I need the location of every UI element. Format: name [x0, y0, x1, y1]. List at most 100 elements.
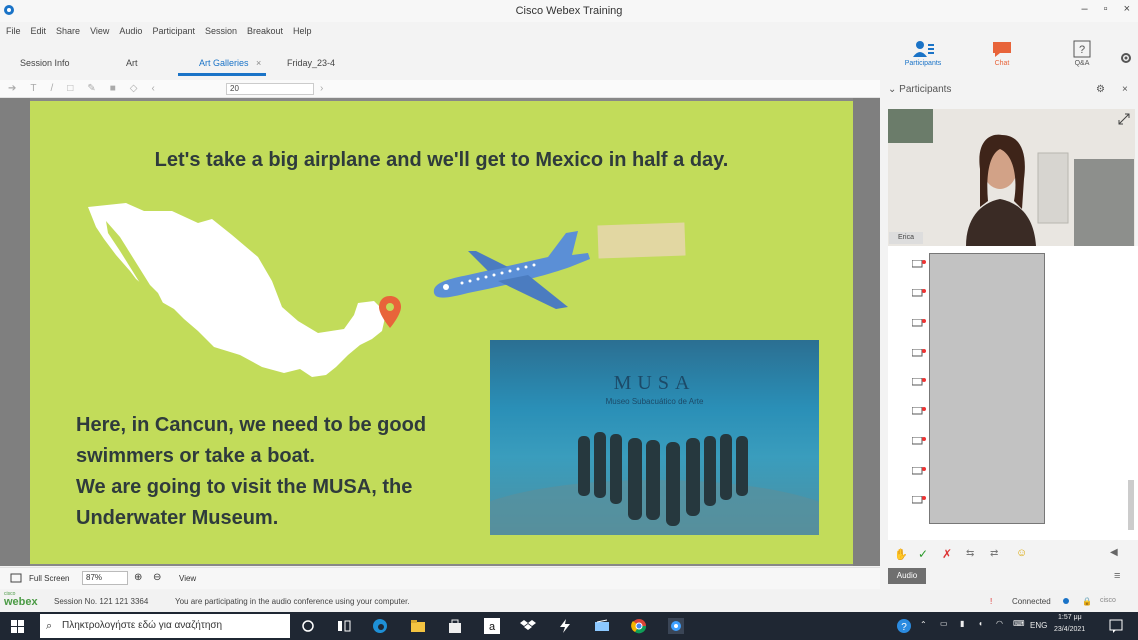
previous-page-icon[interactable]: ‹: [151, 83, 154, 94]
menu-share[interactable]: Share: [56, 26, 80, 36]
line-tool-icon[interactable]: /: [51, 83, 54, 94]
chat-panel-button[interactable]: Chat: [977, 40, 1027, 67]
chat-bubble-icon: [912, 496, 926, 504]
window-title: Cisco Webex Training: [515, 5, 623, 17]
zoom-out-icon[interactable]: ⊖: [153, 572, 161, 583]
multitask-icon[interactable]: [336, 618, 352, 634]
connected-dot-icon: [1063, 598, 1069, 604]
pointer-icon[interactable]: ➔: [8, 83, 16, 94]
volume-icon[interactable]: ◖: [978, 619, 983, 628]
notifications-icon[interactable]: [1108, 618, 1124, 634]
close-button[interactable]: ×: [1124, 3, 1130, 15]
alert-icon: !: [990, 597, 993, 606]
menu-breakout[interactable]: Breakout: [247, 26, 283, 36]
participants-panel-header: ⌄ Participants ⚙ ×: [888, 84, 1138, 100]
full-screen-label[interactable]: Full Screen: [29, 574, 69, 583]
raise-hand-icon[interactable]: ✋: [894, 548, 908, 561]
cross-icon[interactable]: ✗: [942, 547, 952, 561]
taskbar-search-input[interactable]: ⌕ Πληκτρολογήστε εδώ για αναζήτηση: [40, 614, 290, 638]
expand-video-icon[interactable]: [1117, 112, 1131, 126]
text-tool-icon[interactable]: T: [30, 83, 36, 94]
webcam-image: [888, 109, 1135, 246]
menu-icon[interactable]: ≡: [1114, 570, 1120, 582]
collapse-chevron-icon[interactable]: ⌄: [888, 84, 896, 95]
wifi-icon[interactable]: ◠: [996, 619, 1003, 628]
emoji-icon[interactable]: ☺: [1016, 547, 1027, 559]
menu-bar: File Edit Share View Audio Participant S…: [0, 22, 880, 40]
full-screen-icon[interactable]: [10, 573, 22, 583]
lock-icon: 🔒: [1082, 597, 1092, 606]
chat-bubble-icon: [912, 467, 926, 475]
network-icon[interactable]: ▭: [940, 619, 948, 628]
file-explorer-icon[interactable]: [410, 618, 426, 634]
taskbar-date[interactable]: 23/4/2021: [1054, 626, 1085, 633]
participant-video: [888, 109, 1135, 246]
chat-bubble-icon: [912, 407, 926, 415]
tape-decoration: [597, 222, 686, 259]
menu-session[interactable]: Session: [205, 26, 237, 36]
panel-close-icon[interactable]: ×: [1122, 84, 1128, 95]
view-menu[interactable]: View: [179, 574, 196, 583]
shape-tool-icon[interactable]: □: [67, 83, 73, 94]
maximize-button[interactable]: ▫: [1104, 3, 1108, 15]
zoom-in-icon[interactable]: ⊕: [134, 572, 142, 583]
store-icon[interactable]: [447, 618, 463, 634]
slide-heading: Let's take a big airplane and we'll get …: [154, 149, 729, 171]
color-fill-icon[interactable]: ■: [110, 83, 116, 94]
menu-edit[interactable]: Edit: [31, 26, 47, 36]
pen-tool-icon[interactable]: ✎: [87, 83, 95, 94]
next-page-icon[interactable]: ›: [320, 83, 323, 94]
menu-participant[interactable]: Participant: [152, 26, 195, 36]
eraser-icon[interactable]: ◇: [130, 83, 138, 94]
tab-art-galleries[interactable]: Art Galleries: [199, 58, 249, 68]
document-tabs: Session Info Art Art Galleries × Friday_…: [0, 52, 880, 76]
annotation-toolbar: ➔ T / □ ✎ ■ ◇ ‹ 20 ›: [0, 80, 880, 98]
taskbar-time[interactable]: 1:57 μμ: [1058, 614, 1082, 621]
question-icon: ?: [1073, 40, 1091, 58]
go-slower-icon[interactable]: ⇄: [990, 548, 998, 559]
qa-panel-button[interactable]: ? Q&A: [1057, 40, 1107, 67]
chrome-icon[interactable]: [631, 618, 647, 634]
megaphone-icon[interactable]: ◀: [1110, 547, 1118, 558]
underwater-sculptures-image: [490, 432, 819, 535]
menu-help[interactable]: Help: [293, 26, 312, 36]
task-view-icon[interactable]: [300, 618, 316, 634]
participants-panel-button[interactable]: Participants: [898, 40, 948, 67]
checkmark-icon[interactable]: ✓: [918, 547, 928, 561]
tab-friday[interactable]: Friday_23-4: [287, 58, 335, 68]
amazon-icon[interactable]: a: [484, 618, 500, 634]
tab-session-info[interactable]: Session Info: [20, 58, 70, 68]
dropbox-icon[interactable]: [520, 618, 536, 634]
gear-icon[interactable]: [1120, 52, 1132, 64]
zoom-select[interactable]: 87%: [82, 571, 128, 585]
menu-view[interactable]: View: [90, 26, 109, 36]
menu-file[interactable]: File: [6, 26, 21, 36]
tab-close-icon[interactable]: ×: [256, 58, 261, 68]
webex-taskbar-icon[interactable]: [668, 618, 684, 634]
language-indicator[interactable]: ENG: [1030, 621, 1047, 630]
minimize-button[interactable]: –: [1082, 3, 1088, 15]
windows-taskbar: ⌕ Πληκτρολογήστε εδώ για αναζήτηση a ? ⌃…: [0, 612, 1138, 640]
video-participant-name: Erica: [889, 232, 923, 244]
media-icon[interactable]: [594, 618, 610, 634]
menu-audio[interactable]: Audio: [119, 26, 142, 36]
panel-gear-icon[interactable]: ⚙: [1096, 84, 1105, 95]
winamp-icon[interactable]: [557, 618, 573, 634]
cisco-brand: cisco: [1100, 597, 1116, 604]
tab-art[interactable]: Art: [126, 58, 138, 68]
help-tray-icon[interactable]: ?: [896, 618, 912, 634]
page-number-field[interactable]: 20: [226, 83, 314, 95]
windows-start-icon[interactable]: [11, 620, 24, 633]
ime-icon[interactable]: ⌨: [1013, 619, 1025, 628]
tray-overflow-icon[interactable]: ⌃: [920, 620, 927, 629]
participant-list-scrollbar[interactable]: [1128, 480, 1134, 530]
search-icon: ⌕: [46, 620, 53, 632]
chat-bubble-icon: [912, 349, 926, 357]
airplane-illustration: [433, 231, 590, 309]
audio-button[interactable]: Audio: [888, 568, 926, 584]
battery-icon[interactable]: ▮: [960, 619, 964, 628]
edge-browser-icon[interactable]: [372, 618, 388, 634]
go-faster-icon[interactable]: ⇆: [966, 548, 974, 559]
slide-body-line: We are going to visit the MUSA, the: [76, 476, 413, 498]
musa-photo: MUSA Museo Subacuático de Arte: [490, 340, 819, 535]
